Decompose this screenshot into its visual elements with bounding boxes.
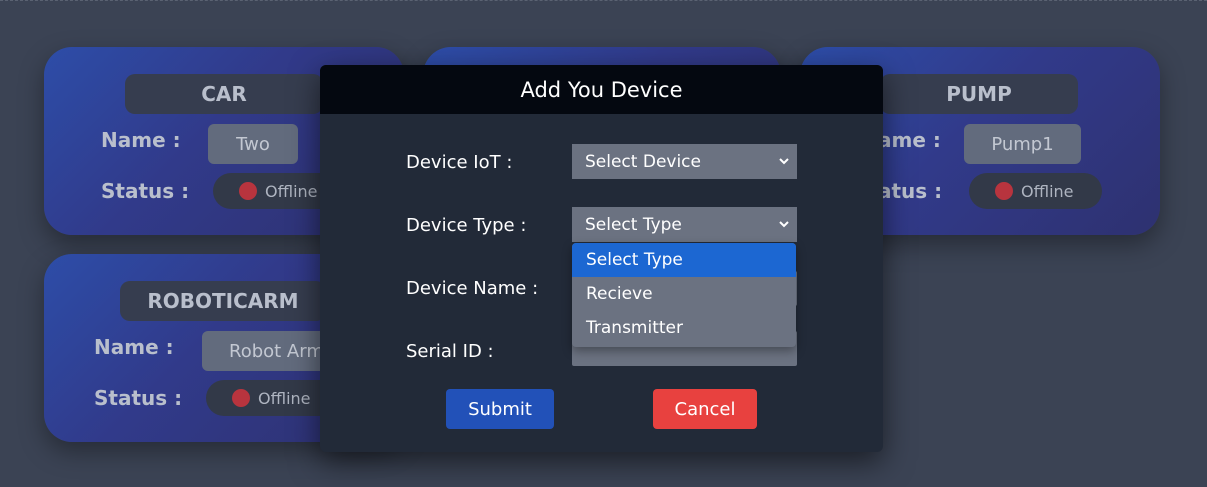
device-type-dropdown: Select Type Recieve Transmitter — [572, 243, 796, 347]
modal-header: Add You Device — [320, 65, 883, 114]
add-device-modal: Add You Device Device IoT : Select Devic… — [320, 65, 883, 452]
chevron-down-icon — [779, 158, 789, 165]
device-type-selected: Select Type — [585, 214, 682, 235]
device-type-select[interactable]: Select Type — [572, 207, 797, 242]
name-value: Pump1 — [964, 124, 1081, 164]
device-iot-selected: Select Device — [585, 151, 701, 172]
device-type-option[interactable]: Recieve — [572, 277, 796, 311]
card-title: PUMP — [880, 74, 1078, 114]
name-value: Two — [208, 124, 298, 164]
offline-dot-icon — [232, 389, 250, 407]
status-value: Offline — [1021, 181, 1074, 201]
status-label: atus : — [878, 179, 943, 203]
device-type-option[interactable]: Transmitter — [572, 311, 796, 345]
status-label: Status : — [101, 179, 190, 203]
card-title: ROBOTICARM — [120, 281, 326, 321]
submit-button[interactable]: Submit — [446, 389, 554, 429]
device-iot-label: Device IoT : — [406, 152, 513, 173]
offline-dot-icon — [995, 182, 1013, 200]
device-iot-select[interactable]: Select Device — [572, 144, 797, 179]
status-badge: Offline — [969, 173, 1102, 209]
status-value: Offline — [258, 388, 311, 408]
name-label: Name : — [101, 128, 181, 152]
status-value: Offline — [265, 181, 318, 201]
device-type-option[interactable]: Select Type — [572, 243, 796, 277]
name-label: ame : — [878, 128, 941, 152]
chevron-down-icon — [779, 221, 789, 228]
modal-title: Add You Device — [520, 77, 683, 102]
card-title: CAR — [125, 74, 323, 114]
serial-id-label: Serial ID : — [406, 341, 494, 362]
device-type-label: Device Type : — [406, 215, 527, 236]
offline-dot-icon — [239, 182, 257, 200]
cancel-button[interactable]: Cancel — [653, 389, 757, 429]
status-label: Status : — [94, 386, 183, 410]
name-label: Name : — [94, 335, 174, 359]
device-name-label: Device Name : — [406, 278, 539, 299]
